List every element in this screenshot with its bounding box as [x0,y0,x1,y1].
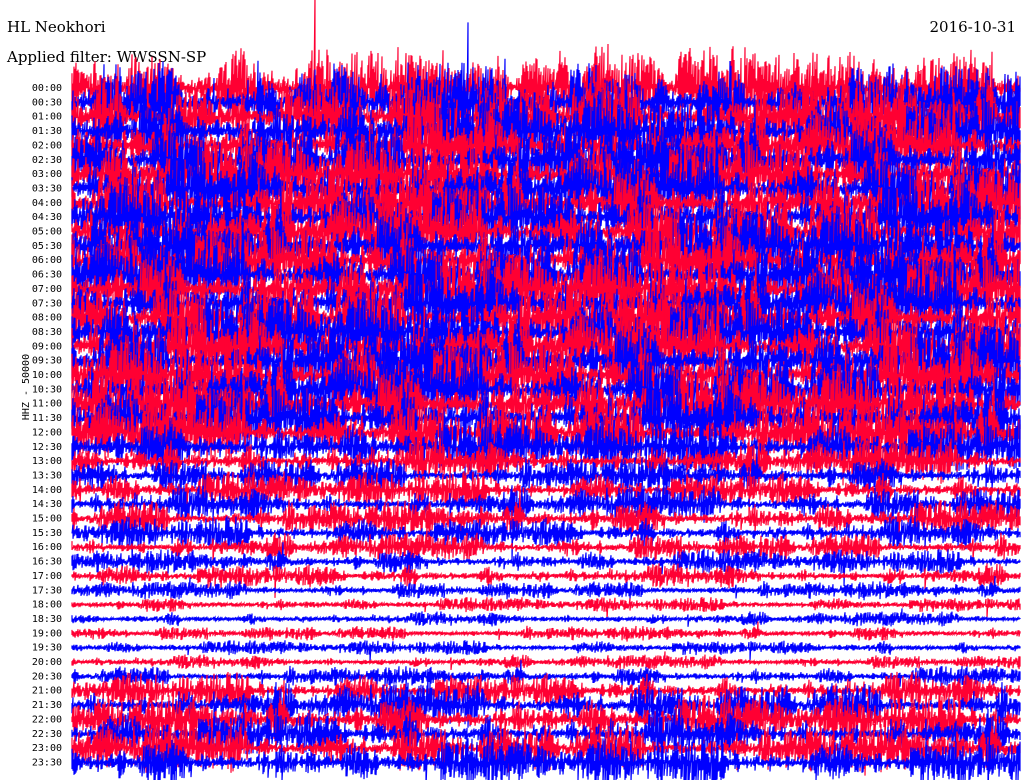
row-label: 14:30 [32,499,62,510]
row-label: 20:30 [32,671,62,682]
row-label: 12:30 [32,442,62,453]
row-label: 09:00 [32,341,62,352]
row-label: 07:30 [32,298,62,309]
row-label: 06:30 [32,270,62,281]
row-label: 08:30 [32,327,62,338]
row-label: 11:00 [32,399,62,410]
row-label: 18:00 [32,600,62,611]
row-label: 10:00 [32,370,62,381]
row-label: 14:00 [32,485,62,496]
row-label: 07:00 [32,284,62,295]
row-label: 22:30 [32,729,62,740]
row-label: 17:30 [32,585,62,596]
row-label: 16:30 [32,557,62,568]
row-label: 13:00 [32,456,62,467]
row-label: 23:00 [32,743,62,754]
row-label: 11:30 [32,413,62,424]
row-label: 01:00 [32,112,62,123]
trace-group [71,0,1021,780]
row-label: 18:30 [32,614,62,625]
row-label: 01:30 [32,126,62,137]
row-label: 15:30 [32,528,62,539]
trace-line [71,621,1021,642]
row-label: 12:00 [32,427,62,438]
row-label: 21:30 [32,700,62,711]
row-label: 10:30 [32,384,62,395]
row-label: 04:30 [32,212,62,223]
row-label: 04:00 [32,198,62,209]
row-label: 19:00 [32,628,62,639]
trace-line [71,651,1021,670]
row-label: 09:30 [32,356,62,367]
row-label: 16:00 [32,542,62,553]
row-label: 23:30 [32,757,62,768]
helicorder-plot: 00:00 00:30 01:00 01:30 02:00 02:30 03:00 03:30… [32,0,1021,780]
row-label: 03:30 [32,183,62,194]
row-label: 08:00 [32,313,62,324]
row-label: 21:00 [32,686,62,697]
row-label: 17:00 [32,571,62,582]
row-label: 22:00 [32,714,62,725]
row-label: 13:30 [32,470,62,481]
row-label: 00:00 [32,83,62,94]
row-label: 03:00 [32,169,62,180]
row-label: 02:30 [32,155,62,166]
trace-line [71,608,1021,627]
row-label: 20:00 [32,657,62,668]
row-label: 05:00 [32,227,62,238]
row-label: 00:30 [32,97,62,108]
row-label: 19:30 [32,643,62,654]
row-label: 05:30 [32,241,62,252]
row-label: 06:00 [32,255,62,266]
row-label-group: 00:00 00:30 01:00 01:30 02:00 02:30 03:00 03:30… [32,83,62,768]
row-label: 15:00 [32,514,62,525]
row-label: 02:00 [32,140,62,151]
